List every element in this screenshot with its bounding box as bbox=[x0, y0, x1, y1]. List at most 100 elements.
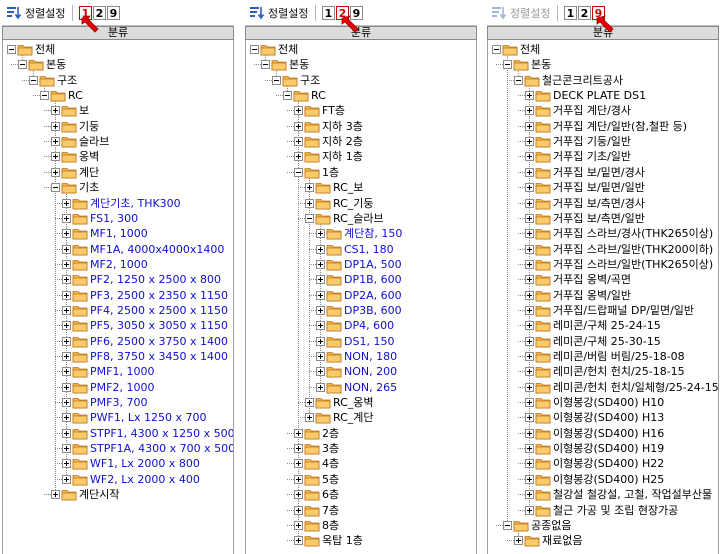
tree-item-label[interactable]: 거푸집 보/밑면/경사 bbox=[552, 165, 646, 180]
tree-item-label[interactable]: NON, 265 bbox=[343, 380, 398, 395]
tree-item-label[interactable]: PMF2, 1000 bbox=[89, 380, 155, 395]
expand-toggle[interactable] bbox=[525, 459, 534, 469]
tree-item-label[interactable]: STPF1A, 4300 x 700 x 500 bbox=[89, 441, 233, 456]
tree-item-label[interactable]: DP2A, 600 bbox=[343, 288, 403, 303]
expand-toggle[interactable] bbox=[62, 321, 71, 331]
tree-item-label[interactable]: 거푸집/드랍패널 DP/밑면/일반 bbox=[552, 303, 695, 318]
expand-toggle[interactable] bbox=[525, 352, 534, 361]
expand-toggle[interactable] bbox=[525, 305, 534, 315]
tree-item-label[interactable]: WF2, Lx 2000 x 400 bbox=[89, 472, 201, 487]
tree-item-label[interactable]: 거푸집 보/측면/일반 bbox=[552, 211, 646, 226]
tree-item-label[interactable]: 2층 bbox=[321, 426, 340, 441]
expand-toggle[interactable] bbox=[525, 229, 534, 239]
expand-toggle[interactable] bbox=[316, 259, 325, 269]
expand-toggle[interactable] bbox=[525, 137, 534, 147]
tree-item-label[interactable]: 이형봉강(SD400) H16 bbox=[552, 426, 665, 441]
level-button-9[interactable]: 9 bbox=[107, 6, 120, 20]
expand-toggle[interactable] bbox=[305, 198, 314, 208]
expand-toggle[interactable] bbox=[316, 367, 325, 377]
tree-item-label[interactable]: NON, 180 bbox=[343, 349, 398, 364]
collapse-toggle[interactable] bbox=[294, 167, 303, 177]
expand-toggle[interactable] bbox=[525, 244, 534, 254]
tree-item-label[interactable]: 계단시작 bbox=[78, 487, 120, 502]
expand-toggle[interactable] bbox=[62, 229, 71, 239]
tree-item-label[interactable]: PMF1, 1000 bbox=[89, 364, 155, 379]
tree-item-label[interactable]: 거푸집 기둥/일반 bbox=[552, 134, 632, 149]
expand-toggle[interactable] bbox=[316, 244, 325, 254]
collapse-toggle[interactable] bbox=[29, 75, 38, 85]
tree-item-label[interactable]: 레미콘/버림 버림/25-18-08 bbox=[552, 349, 686, 364]
tree-item-label[interactable]: 거푸집 계단/경사 bbox=[552, 103, 632, 118]
expand-toggle[interactable] bbox=[525, 398, 534, 408]
expand-toggle[interactable] bbox=[316, 229, 325, 239]
tree-item-label[interactable]: 계단참, 150 bbox=[343, 226, 403, 241]
tree-item-label[interactable]: 기초 bbox=[78, 180, 100, 195]
expand-toggle[interactable] bbox=[294, 474, 303, 484]
expand-toggle[interactable] bbox=[525, 321, 534, 331]
expand-toggle[interactable] bbox=[294, 490, 303, 500]
tree-item-label[interactable]: 이형봉강(SD400) H22 bbox=[552, 456, 665, 471]
tree-item-label[interactable]: PF8, 3750 x 3450 x 1400 bbox=[89, 349, 229, 364]
tree-item-label[interactable]: 거푸집 기초/일반 bbox=[552, 149, 632, 164]
sort-settings-button[interactable]: 정렬설정 bbox=[249, 4, 308, 22]
tree-item-label[interactable]: PMF3, 700 bbox=[89, 395, 148, 410]
collapse-toggle[interactable] bbox=[272, 75, 281, 85]
expand-toggle[interactable] bbox=[62, 213, 71, 223]
expand-toggle[interactable] bbox=[62, 428, 71, 438]
tree-item-label[interactable]: 이형봉강(SD400) H13 bbox=[552, 410, 665, 425]
expand-toggle[interactable] bbox=[294, 121, 303, 131]
tree-item-label[interactable]: 전체 bbox=[34, 42, 56, 57]
tree-item-label[interactable]: 지하 3층 bbox=[321, 119, 364, 134]
tree-item-label[interactable]: FS1, 300 bbox=[89, 211, 139, 226]
tree-item-label[interactable]: 레미콘/구체 25-30-15 bbox=[552, 334, 662, 349]
collapse-toggle[interactable] bbox=[503, 520, 512, 530]
expand-toggle[interactable] bbox=[316, 382, 325, 392]
expand-toggle[interactable] bbox=[525, 428, 534, 438]
tree-item-label[interactable]: 레미콘/헌치 헌치/25-18-15 bbox=[552, 364, 686, 379]
tree-item-label[interactable]: FT층 bbox=[321, 103, 346, 118]
tree-item-label[interactable]: 이형봉강(SD400) H25 bbox=[552, 472, 665, 487]
collapse-toggle[interactable] bbox=[250, 45, 259, 54]
expand-toggle[interactable] bbox=[525, 382, 534, 392]
expand-toggle[interactable] bbox=[51, 106, 60, 116]
tree-item-label[interactable]: 7층 bbox=[321, 503, 340, 518]
expand-toggle[interactable] bbox=[294, 137, 303, 147]
tree-item-label[interactable]: PF6, 2500 x 3750 x 1400 bbox=[89, 334, 229, 349]
expand-toggle[interactable] bbox=[62, 198, 71, 208]
tree-item-label[interactable]: 구조 bbox=[56, 73, 78, 88]
expand-toggle[interactable] bbox=[316, 275, 325, 285]
expand-toggle[interactable] bbox=[525, 474, 534, 484]
tree-item-label[interactable]: CS1, 180 bbox=[343, 242, 395, 257]
expand-toggle[interactable] bbox=[294, 459, 303, 469]
expand-toggle[interactable] bbox=[294, 536, 303, 546]
tree-item-label[interactable]: 레미콘/헌치 헌치/일체형/25-24-15 bbox=[552, 380, 718, 395]
expand-toggle[interactable] bbox=[316, 352, 325, 361]
tree-item-label[interactable]: 철근콘크리트공사 bbox=[541, 73, 624, 88]
tree-item-label[interactable]: 거푸집 스라브/일반(THK265이상) bbox=[552, 257, 714, 272]
expand-toggle[interactable] bbox=[62, 398, 71, 408]
collapse-toggle[interactable] bbox=[261, 60, 270, 70]
tree-item-label[interactable]: 5층 bbox=[321, 472, 340, 487]
tree-item-label[interactable]: RC_계단 bbox=[332, 410, 375, 425]
collapse-toggle[interactable] bbox=[40, 91, 49, 101]
collapse-toggle[interactable] bbox=[503, 60, 512, 70]
expand-toggle[interactable] bbox=[294, 106, 303, 116]
tree-item-label[interactable]: DP1B, 600 bbox=[343, 272, 403, 287]
tree-item-label[interactable]: DECK PLATE DS1 bbox=[552, 88, 647, 103]
expand-toggle[interactable] bbox=[525, 183, 534, 193]
tree-item-label[interactable]: 전체 bbox=[519, 42, 541, 57]
tree-item-label[interactable]: DP1A, 500 bbox=[343, 257, 403, 272]
expand-toggle[interactable] bbox=[316, 321, 325, 331]
tree-item-label[interactable]: NON, 200 bbox=[343, 364, 398, 379]
expand-toggle[interactable] bbox=[525, 490, 534, 500]
tree-item-label[interactable]: 본동 bbox=[530, 57, 552, 72]
tree-item-label[interactable]: 본동 bbox=[45, 57, 67, 72]
tree-item-label[interactable]: 전체 bbox=[277, 42, 299, 57]
expand-toggle[interactable] bbox=[525, 259, 534, 269]
tree-item-label[interactable]: 철강설 철강설, 고철, 작업설부산물 bbox=[552, 487, 713, 502]
expand-toggle[interactable] bbox=[62, 275, 71, 285]
tree-item-label[interactable]: 레미콘/구체 25-24-15 bbox=[552, 318, 662, 333]
expand-toggle[interactable] bbox=[525, 213, 534, 223]
expand-toggle[interactable] bbox=[525, 367, 534, 377]
expand-toggle[interactable] bbox=[525, 505, 534, 515]
